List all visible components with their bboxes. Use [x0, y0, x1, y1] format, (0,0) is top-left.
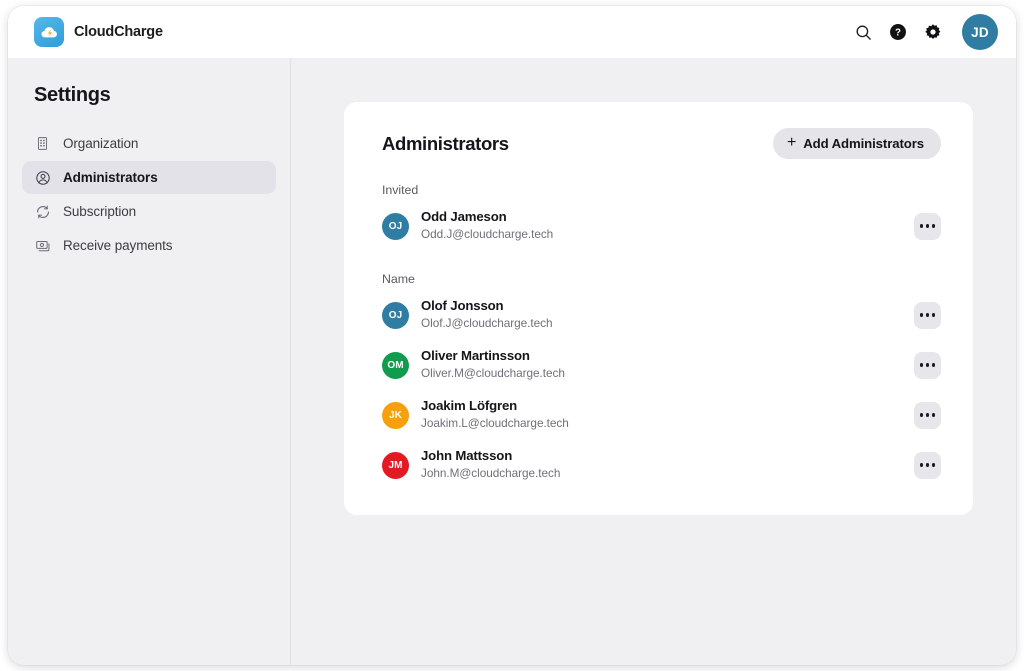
list-item[interactable]: JK Joakim Löfgren Joakim.L@cloudcharge.t… — [382, 393, 941, 437]
person-text: Odd Jameson Odd.J@cloudcharge.tech — [421, 209, 914, 242]
name-section-label: Name — [382, 272, 415, 286]
list-item[interactable]: OM Oliver Martinsson Oliver.M@cloudcharg… — [382, 343, 941, 387]
dot — [925, 413, 930, 417]
page-title: Settings — [34, 84, 111, 106]
person-email: Olof.J@cloudcharge.tech — [421, 315, 553, 330]
plus-icon: + — [786, 134, 797, 151]
svg-text:?: ? — [895, 27, 901, 38]
dot — [931, 224, 935, 228]
person-text: John Mattsson John.M@cloudcharge.tech — [421, 448, 914, 481]
settings-sidebar: Settings Organization Administrators Sub… — [8, 58, 291, 665]
dot — [920, 224, 924, 228]
building-icon — [34, 135, 51, 152]
dot — [920, 313, 924, 317]
avatar: OJ — [382, 212, 409, 240]
refresh-cycle-icon — [34, 203, 51, 220]
user-avatar[interactable]: JD — [962, 14, 998, 50]
avatar: JK — [382, 401, 409, 429]
sidebar-item-label: Administrators — [63, 170, 158, 185]
person-text: Joakim Löfgren Joakim.L@cloudcharge.tech — [421, 398, 914, 431]
main-content: Administrators + Add Administrators Invi… — [291, 58, 1016, 665]
ellipsis-icon[interactable] — [914, 451, 941, 479]
dot — [931, 413, 935, 417]
avatar: JM — [382, 451, 409, 479]
list-item[interactable]: OJ Olof Jonsson Olof.J@cloudcharge.tech — [382, 293, 941, 337]
dot — [920, 463, 924, 467]
dot — [931, 463, 935, 467]
app-window: CloudCharge ? JD Settings Organization A… — [8, 6, 1016, 665]
sidebar-item-label: Receive payments — [63, 238, 173, 253]
dot — [925, 463, 930, 467]
dot — [925, 224, 930, 228]
dot — [920, 413, 924, 417]
person-email: Oliver.M@cloudcharge.tech — [421, 365, 565, 380]
ellipsis-icon[interactable] — [914, 401, 941, 429]
list-item[interactable]: OJ Odd Jameson Odd.J@cloudcharge.tech — [382, 204, 941, 248]
body-split: Settings Organization Administrators Sub… — [8, 58, 1016, 665]
person-email: Joakim.L@cloudcharge.tech — [421, 415, 569, 430]
banknotes-icon — [34, 237, 51, 254]
person-name: Odd Jameson — [421, 209, 507, 225]
sidebar-item-organization[interactable]: Organization — [22, 127, 276, 160]
administrators-card: Administrators + Add Administrators Invi… — [344, 102, 973, 515]
sidebar-item-label: Organization — [63, 136, 139, 151]
dot — [931, 363, 935, 367]
sidebar-item-receive-payments[interactable]: Receive payments — [22, 229, 276, 262]
card-title: Administrators — [382, 132, 509, 154]
person-name: Olof Jonsson — [421, 298, 504, 314]
person-text: Olof Jonsson Olof.J@cloudcharge.tech — [421, 298, 914, 331]
sidebar-item-label: Subscription — [63, 204, 137, 219]
add-administrators-label: Add Administrators — [803, 136, 924, 151]
invited-section-label: Invited — [382, 183, 419, 197]
list-item[interactable]: JM John Mattsson John.M@cloudcharge.tech — [382, 443, 941, 487]
dot — [920, 363, 924, 367]
search-icon[interactable] — [852, 21, 874, 43]
topbar-actions: ? JD — [852, 14, 998, 50]
ellipsis-icon[interactable] — [914, 351, 941, 379]
person-text: Oliver Martinsson Oliver.M@cloudcharge.t… — [421, 348, 914, 381]
sidebar-item-subscription[interactable]: Subscription — [22, 195, 276, 228]
gear-icon[interactable] — [922, 21, 944, 43]
brand-logo[interactable]: CloudCharge — [34, 17, 163, 47]
ellipsis-icon[interactable] — [914, 212, 941, 240]
cloud-bolt-icon — [34, 17, 64, 47]
avatar: OM — [382, 351, 409, 379]
sidebar-item-administrators[interactable]: Administrators — [22, 161, 276, 194]
help-circle-icon[interactable]: ? — [887, 21, 909, 43]
person-email: John.M@cloudcharge.tech — [421, 465, 561, 480]
ellipsis-icon[interactable] — [914, 301, 941, 329]
dot — [925, 363, 930, 367]
person-name: Joakim Löfgren — [421, 398, 518, 414]
person-name: John Mattsson — [421, 448, 513, 464]
avatar: OJ — [382, 301, 409, 329]
dot — [931, 313, 935, 317]
person-email: Odd.J@cloudcharge.tech — [421, 226, 554, 241]
dot — [925, 313, 930, 317]
add-administrators-button[interactable]: + Add Administrators — [772, 128, 941, 159]
top-bar: CloudCharge ? JD — [8, 6, 1016, 58]
person-name: Oliver Martinsson — [421, 348, 530, 364]
brand-name: CloudCharge — [74, 24, 163, 40]
user-circle-icon — [34, 169, 51, 186]
card-header: Administrators + Add Administrators — [382, 128, 941, 159]
